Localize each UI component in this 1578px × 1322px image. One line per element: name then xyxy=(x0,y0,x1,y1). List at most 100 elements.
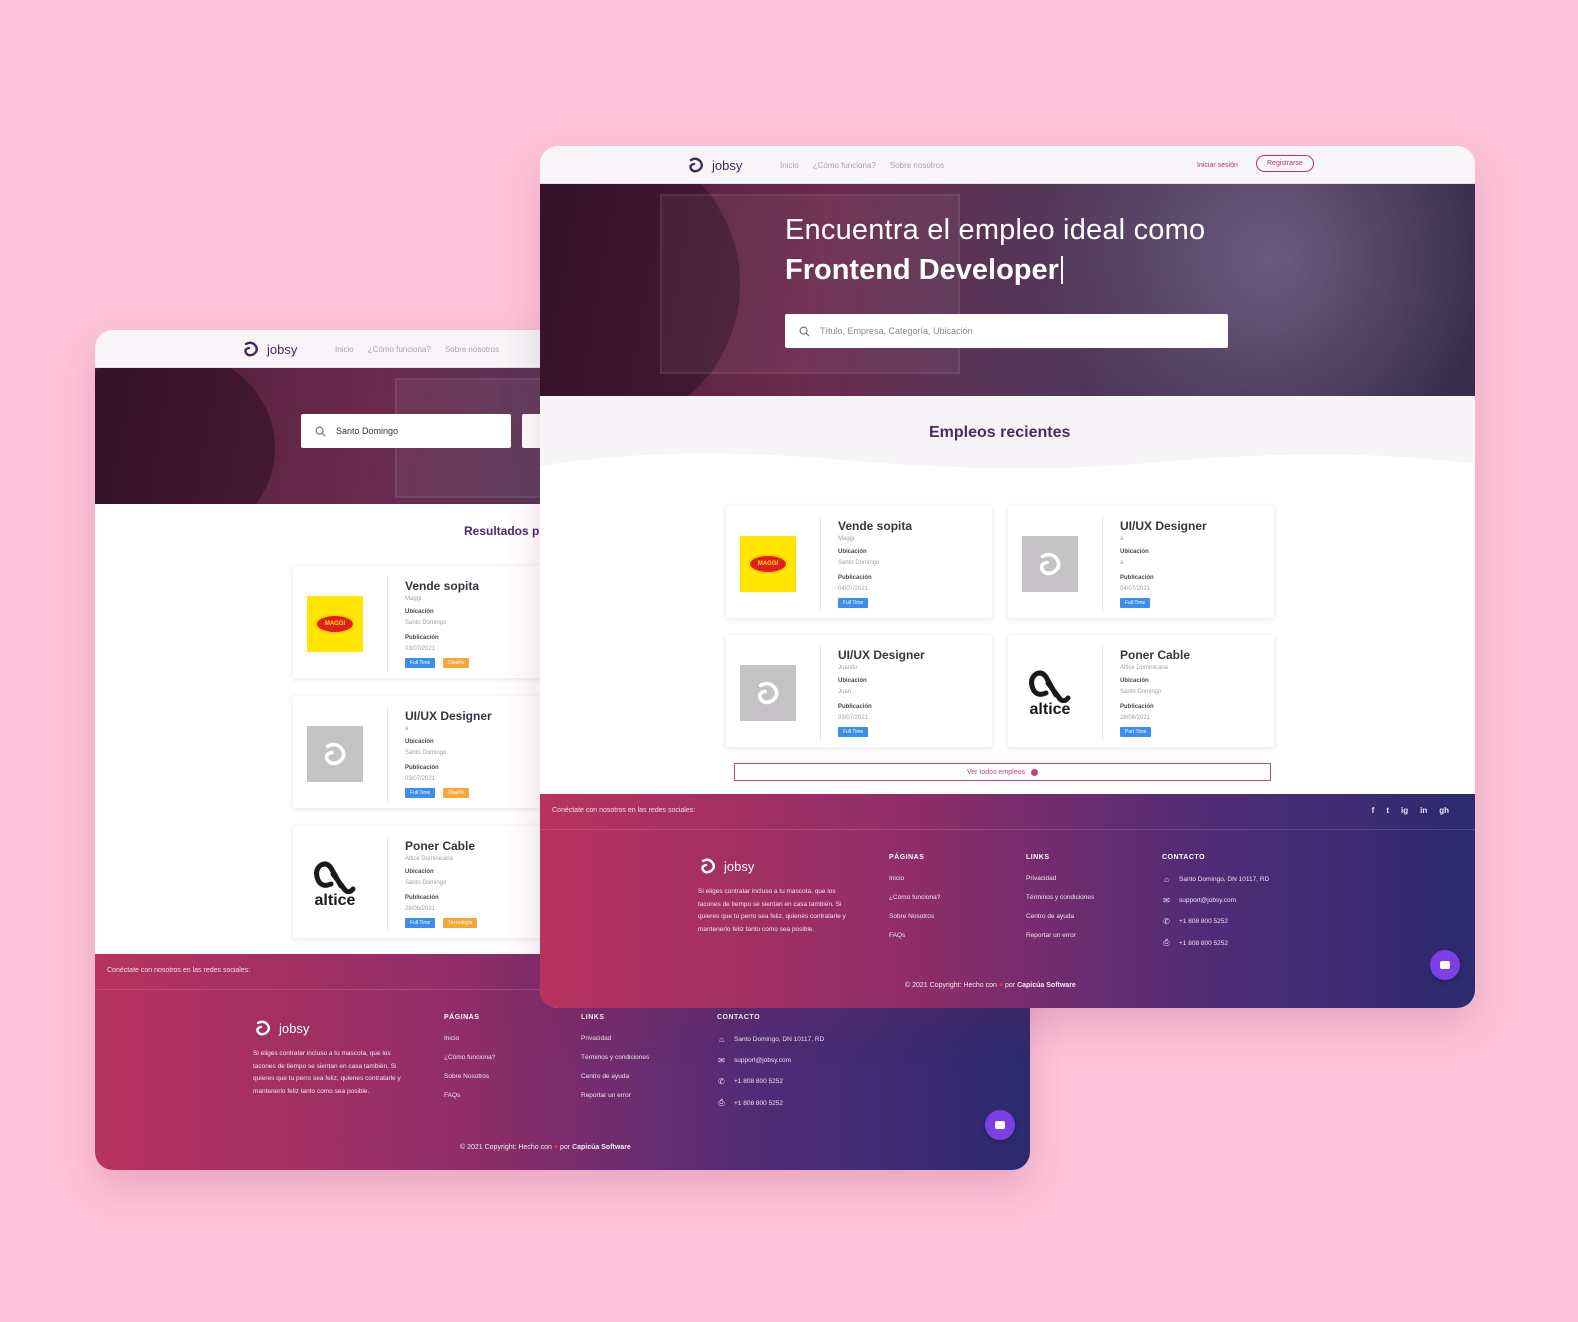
job-card-ui-ux-designer-juanito[interactable]: UI/UX Designer Juanito Ubicación Juan Pu… xyxy=(726,635,992,747)
nav-link-sobre-nosotros[interactable]: Sobre nosotros xyxy=(890,161,944,170)
chat-icon xyxy=(1440,961,1450,969)
jobsy-logo-icon xyxy=(244,341,258,357)
date-label: Publicación xyxy=(838,704,872,710)
results-title: Resultados p xyxy=(464,524,540,538)
copyright-company[interactable]: Capicúa Software xyxy=(1017,982,1076,989)
hero-plant-shape xyxy=(95,368,275,504)
section-wave-divider xyxy=(540,453,1475,486)
search-icon xyxy=(315,426,326,437)
job-title: Poner Cable xyxy=(405,839,476,853)
job-title: UI/UX Designer xyxy=(405,709,492,723)
footer-description: Si eliges contratar incluso a tu mascota… xyxy=(253,1050,401,1095)
instagram-icon[interactable]: ig xyxy=(1401,806,1408,815)
brand-name: jobsy xyxy=(712,157,743,173)
contact-email[interactable]: ✉ support@jobsy.com xyxy=(1162,896,1269,905)
chat-button[interactable] xyxy=(1430,950,1460,980)
login-link[interactable]: Iniciar sesión xyxy=(1197,162,1238,169)
footer-link-sobre-nosotros[interactable]: Sobre Nosotros xyxy=(889,913,940,920)
print-icon: ⎙ xyxy=(718,1098,725,1107)
facebook-icon[interactable]: f xyxy=(1372,806,1375,815)
nav-link-sobre-nosotros[interactable]: Sobre nosotros xyxy=(445,345,499,354)
date-label: Publicación xyxy=(405,765,439,771)
nav-link-inicio[interactable]: Inicio xyxy=(780,161,799,170)
footer-link-inicio[interactable]: Inicio xyxy=(444,1035,495,1042)
job-card-vende-sopita[interactable]: MAGGI Vende sopita Maggi Ubicación Santo… xyxy=(293,566,553,678)
brand-name: jobsy xyxy=(724,858,755,874)
job-card-poner-cable[interactable]: altice Poner Cable Altice Dominicana Ubi… xyxy=(293,826,553,938)
heart-icon: ♥ xyxy=(553,1144,559,1151)
job-tags: Full Time xyxy=(838,598,869,608)
company-logo: altice xyxy=(1022,665,1078,721)
job-location: Santo Domingo xyxy=(405,880,447,886)
footer-brand-logo[interactable]: jobsy xyxy=(253,1018,309,1038)
footer-link-faqs[interactable]: FAQs xyxy=(444,1092,495,1099)
heart-icon: ♥ xyxy=(998,982,1004,989)
register-button[interactable]: Registrarse xyxy=(1256,155,1314,172)
card-divider xyxy=(820,516,821,612)
footer-link-como-funciona[interactable]: ¿Cómo funciona? xyxy=(889,894,940,901)
footer-link-reportar-error[interactable]: Reportar un error xyxy=(1026,932,1094,939)
contact-text: +1 808 800 5252 xyxy=(1179,918,1228,925)
tag-badge: Full Time xyxy=(405,788,436,798)
job-tags: Full Time Diseño xyxy=(405,658,469,668)
jobsy-logo-icon xyxy=(689,157,703,173)
location-search-input[interactable]: Santo Domingo xyxy=(301,414,511,448)
brand-logo[interactable]: jobsy xyxy=(686,155,742,175)
footer-brand-logo[interactable]: jobsy xyxy=(698,856,754,876)
footer-link-faqs[interactable]: FAQs xyxy=(889,932,940,939)
footer-contact-column: CONTACTO ⌂ Santo Domingo, DN 10117, RD ✉ s… xyxy=(717,1014,824,1120)
company-logo: altice xyxy=(307,856,363,912)
contact-phone[interactable]: ✆ +1 808 800 5252 xyxy=(717,1077,824,1086)
job-card-poner-cable[interactable]: altice Poner Cable Altice Dominicana Ubi… xyxy=(1008,635,1274,747)
footer-link-sobre-nosotros[interactable]: Sobre Nosotros xyxy=(444,1073,495,1080)
date-label: Publicación xyxy=(405,895,439,901)
job-card-vende-sopita[interactable]: MAGGI Vende sopita Maggi Ubicación Santo… xyxy=(726,506,992,618)
contact-email[interactable]: ✉ support@jobsy.com xyxy=(717,1056,824,1065)
footer-link-privacidad[interactable]: Privacidad xyxy=(581,1035,649,1042)
date-label: Publicación xyxy=(1120,575,1154,581)
footer-link-centro-ayuda[interactable]: Centro de ayuda xyxy=(1026,913,1094,920)
nav-link-como-funciona[interactable]: ¿Cómo funciona? xyxy=(813,161,876,170)
contact-text: Santo Domingo, DN 10117, RD xyxy=(1179,876,1270,883)
social-text: Conéctate con nosotros en las redes soci… xyxy=(107,967,251,974)
job-card-ui-ux-designer[interactable]: UI/UX Designer a Ubicación Santo Domingo… xyxy=(293,696,553,808)
job-company: Maggi xyxy=(405,596,422,602)
job-date: 04/07/2021 xyxy=(838,586,869,592)
copyright-prefix: © 2021 Copyright: Hecho con xyxy=(905,982,997,989)
footer-link-terminos[interactable]: Términos y condiciones xyxy=(1026,894,1094,901)
job-search-input[interactable]: Título, Empresa, Categoría, Ubicación xyxy=(785,314,1228,348)
copyright: © 2021 Copyright: Hecho con ♥ por Capicú… xyxy=(460,1144,631,1151)
location-label: Ubicación xyxy=(405,609,434,615)
maggi-logo: MAGGI xyxy=(740,536,796,592)
nav-link-como-funciona[interactable]: ¿Cómo funciona? xyxy=(368,345,431,354)
brand-logo[interactable]: jobsy xyxy=(241,339,297,359)
footer-links-heading: LINKS xyxy=(1026,854,1050,861)
footer-link-reportar-error[interactable]: Reportar un error xyxy=(581,1092,649,1099)
contact-text: support@jobsy.com xyxy=(734,1057,792,1064)
contact-text: support@jobsy.com xyxy=(1179,897,1237,904)
github-icon[interactable]: gh xyxy=(1439,806,1449,815)
company-logo: MAGGI xyxy=(307,596,363,652)
nav-link-inicio[interactable]: Inicio xyxy=(335,345,354,354)
footer-link-terminos[interactable]: Términos y condiciones xyxy=(581,1054,649,1061)
see-all-jobs-button[interactable]: Ver todos empleos xyxy=(734,763,1271,781)
job-tags: Full Time xyxy=(1120,598,1151,608)
twitter-icon[interactable]: t xyxy=(1386,806,1389,815)
footer-link-como-funciona[interactable]: ¿Cómo funciona? xyxy=(444,1054,495,1061)
jobsy-placeholder-logo xyxy=(740,665,796,721)
job-company: Altice Dominicana xyxy=(405,856,454,862)
chat-button[interactable] xyxy=(985,1110,1015,1140)
job-location: a xyxy=(1120,560,1124,566)
contact-phone[interactable]: ✆ +1 808 800 5252 xyxy=(1162,917,1269,926)
job-card-ui-ux-designer[interactable]: UI/UX Designer a Ubicación a Publicación… xyxy=(1008,506,1274,618)
job-title: Vende sopita xyxy=(405,579,480,593)
job-company: Maggi xyxy=(838,536,855,542)
tag-badge: Tecnología xyxy=(443,918,478,928)
linkedin-icon[interactable]: in xyxy=(1420,806,1427,815)
footer-link-centro-ayuda[interactable]: Centro de ayuda xyxy=(581,1073,649,1080)
footer-link-privacidad[interactable]: Privacidad xyxy=(1026,875,1094,882)
job-location: Juan xyxy=(838,689,852,695)
footer-link-inicio[interactable]: Inicio xyxy=(889,875,940,882)
location-label: Ubicación xyxy=(838,678,867,684)
copyright-company[interactable]: Capicúa Software xyxy=(572,1144,631,1151)
